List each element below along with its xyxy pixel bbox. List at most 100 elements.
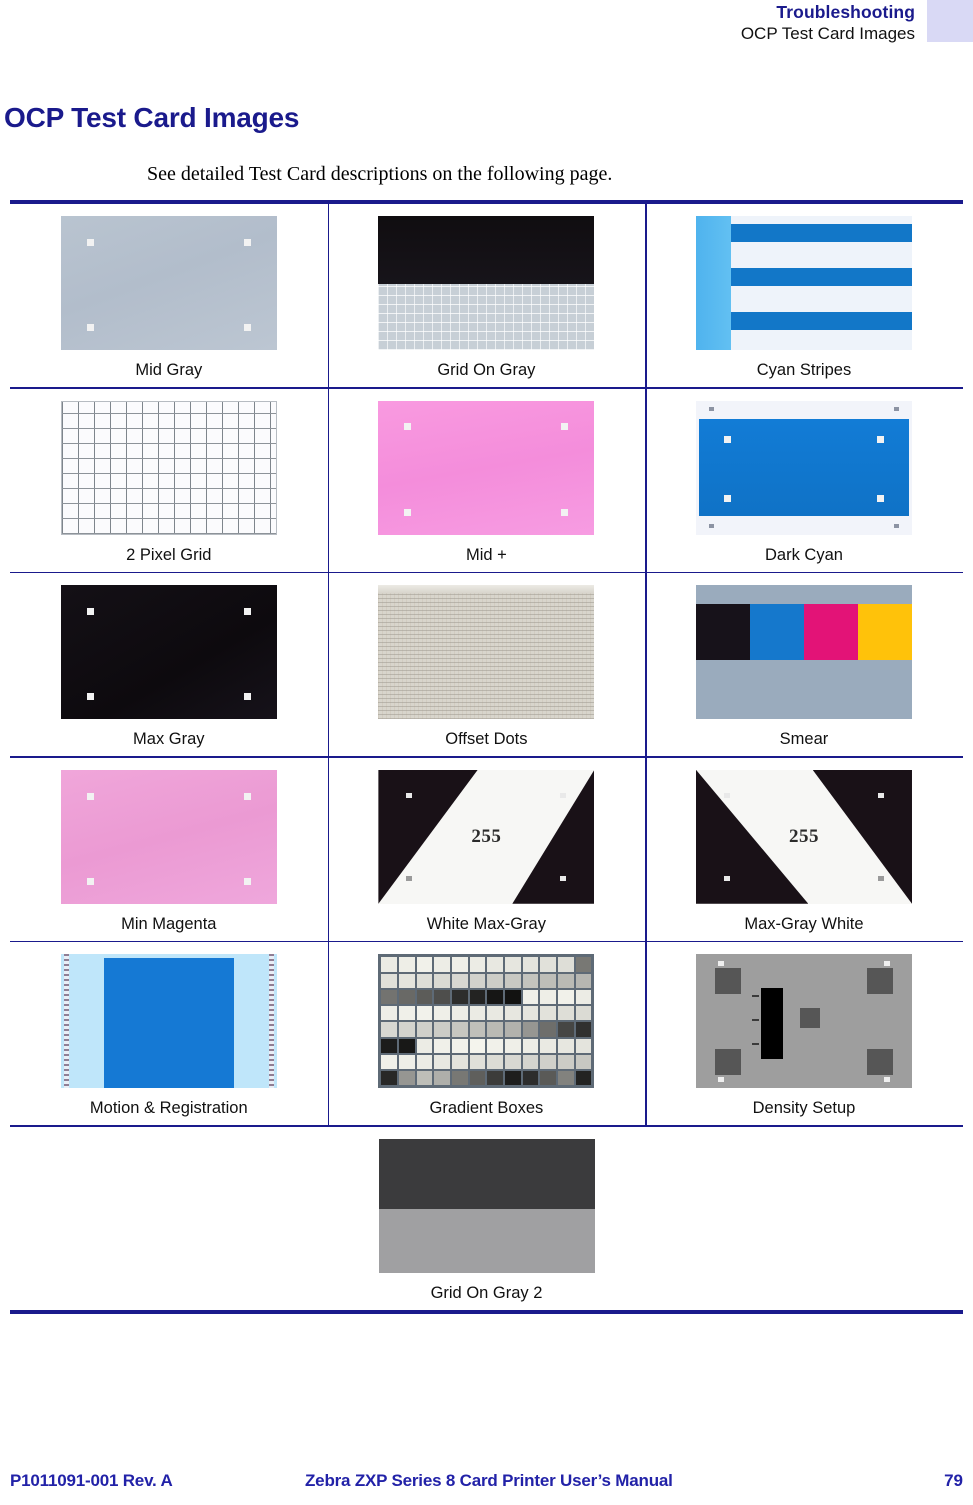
- gradient-box: [487, 1038, 504, 1053]
- gradient-box: [540, 989, 557, 1005]
- gradient-box: [540, 1006, 557, 1021]
- edge-mark-icon: [894, 407, 900, 412]
- registration-mark-icon: [717, 1076, 724, 1082]
- test-card-cell-cyan-stripes: Cyan Stripes: [645, 204, 963, 387]
- registration-mark-icon: [86, 878, 94, 886]
- corner-patch: [715, 1048, 742, 1075]
- gradient-box: [575, 1038, 592, 1053]
- gradient-box: [558, 1038, 574, 1053]
- gradient-box: [469, 1054, 486, 1070]
- gradient-box: [381, 1006, 398, 1021]
- gradient-box-grid: [381, 957, 592, 1086]
- test-card-caption: Smear: [779, 730, 829, 749]
- page-title: OCP Test Card Images: [4, 101, 300, 133]
- light-band: [378, 1208, 595, 1273]
- gradient-box: [399, 1006, 415, 1021]
- header-chapter-name: Troubleshooting: [776, 2, 915, 22]
- registration-mark-icon: [243, 238, 251, 246]
- footer-manual-title: Zebra ZXP Series 8 Card Printer User’s M…: [305, 1471, 673, 1490]
- table-row: 2 Pixel Grid Mid + Dark Cyan: [10, 388, 963, 572]
- test-card-caption: Density Setup: [752, 1099, 856, 1118]
- leading-edge-band: [695, 216, 731, 350]
- gradient-box: [452, 973, 468, 988]
- test-card-cell-max-gray-white: 255 Max-Gray White: [645, 757, 963, 941]
- corner-patch: [866, 1048, 893, 1075]
- black-density-bar: [760, 987, 783, 1059]
- density-value-label: 255: [471, 826, 502, 848]
- edge-mark-icon: [708, 523, 714, 528]
- gradient-box: [505, 973, 521, 988]
- gradient-box: [434, 1022, 451, 1037]
- smear-block-magenta: [803, 603, 858, 661]
- table-row: Motion & Registration Gradient Boxes Den…: [10, 942, 963, 1126]
- cmyk-block-band: [695, 603, 912, 661]
- tick-dash: [752, 1018, 760, 1021]
- registration-mark-icon: [884, 961, 891, 967]
- gradient-box: [469, 1038, 486, 1053]
- registration-edge-left: [63, 954, 69, 1089]
- table-bottom-rule: [10, 1309, 963, 1314]
- card-image-cyan-stripes: [695, 216, 912, 350]
- density-value-label: 255: [788, 826, 819, 848]
- test-card-caption: Motion & Registration: [89, 1099, 248, 1118]
- test-card-caption: Max Gray: [133, 730, 205, 749]
- card-image-grid-on-gray: [378, 216, 595, 350]
- gradient-box: [416, 1054, 433, 1070]
- registration-mark-icon: [876, 435, 884, 443]
- test-card-cell-dark-cyan: Dark Cyan: [645, 388, 963, 572]
- registration-mark-icon: [724, 435, 732, 443]
- gradient-box: [540, 1022, 557, 1037]
- gradient-box: [487, 957, 504, 972]
- smear-block-yellow: [857, 603, 912, 661]
- page-footer: P1011091-001 Rev. A Zebra ZXP Series 8 C…: [10, 1471, 963, 1491]
- registration-mark-icon: [86, 238, 94, 246]
- registration-mark-icon: [561, 508, 569, 516]
- gradient-box: [558, 1006, 574, 1021]
- blue-core-fill: [103, 958, 234, 1089]
- registration-mark-icon: [561, 423, 569, 431]
- gradient-box: [505, 957, 521, 972]
- test-card-cell-grid-on-gray: Grid On Gray: [327, 204, 646, 387]
- registration-mark-icon: [406, 876, 413, 882]
- smear-block-cyan: [749, 603, 804, 661]
- test-card-cell-density-setup: Density Setup: [645, 942, 963, 1126]
- running-header: Troubleshooting OCP Test Card Images: [0, 0, 973, 62]
- card-image-motion-registration: [60, 954, 277, 1089]
- gradient-box: [540, 973, 557, 988]
- gradient-box: [487, 1006, 504, 1021]
- registration-mark-icon: [243, 792, 251, 800]
- table-row: Min Magenta 255 White Max-Gray 255 Max-G…: [10, 757, 963, 941]
- registration-mark-icon: [724, 495, 732, 503]
- gradient-box: [452, 989, 468, 1005]
- gradient-box: [434, 1071, 451, 1086]
- gradient-box: [522, 1038, 539, 1053]
- card-image-2-pixel-grid: [60, 400, 277, 535]
- gradient-box: [416, 1022, 433, 1037]
- card-image-max-gray: [60, 585, 277, 720]
- registration-mark-icon: [560, 876, 567, 882]
- table-row: Grid On Gray 2: [10, 1127, 963, 1310]
- card-image-min-magenta: [60, 769, 277, 904]
- test-card-cell-min-magenta: Min Magenta: [10, 758, 328, 941]
- gradient-box: [505, 1071, 521, 1086]
- test-card-cell-motion-registration: Motion & Registration: [10, 942, 328, 1125]
- test-card-cell-smear: Smear: [645, 573, 963, 757]
- gradient-box: [487, 989, 504, 1005]
- test-card-caption: Max-Gray White: [744, 914, 864, 933]
- gradient-box: [558, 1054, 574, 1070]
- registration-mark-icon: [86, 607, 94, 615]
- gradient-box: [416, 989, 433, 1005]
- gradient-box: [452, 1071, 468, 1086]
- gradient-box: [540, 1054, 557, 1070]
- tick-dash: [752, 994, 760, 997]
- gradient-box: [381, 1071, 398, 1086]
- test-card-caption: White Max-Gray: [426, 914, 546, 933]
- test-card-cell-grid-on-gray-2: Grid On Gray 2: [328, 1127, 646, 1310]
- gradient-box: [575, 1071, 592, 1086]
- registration-mark-icon: [560, 792, 567, 798]
- gradient-box: [399, 973, 415, 988]
- gradient-box: [469, 973, 486, 988]
- corner-patch: [866, 967, 893, 994]
- test-card-cell-max-gray: Max Gray: [10, 573, 328, 756]
- gradient-box: [469, 1071, 486, 1086]
